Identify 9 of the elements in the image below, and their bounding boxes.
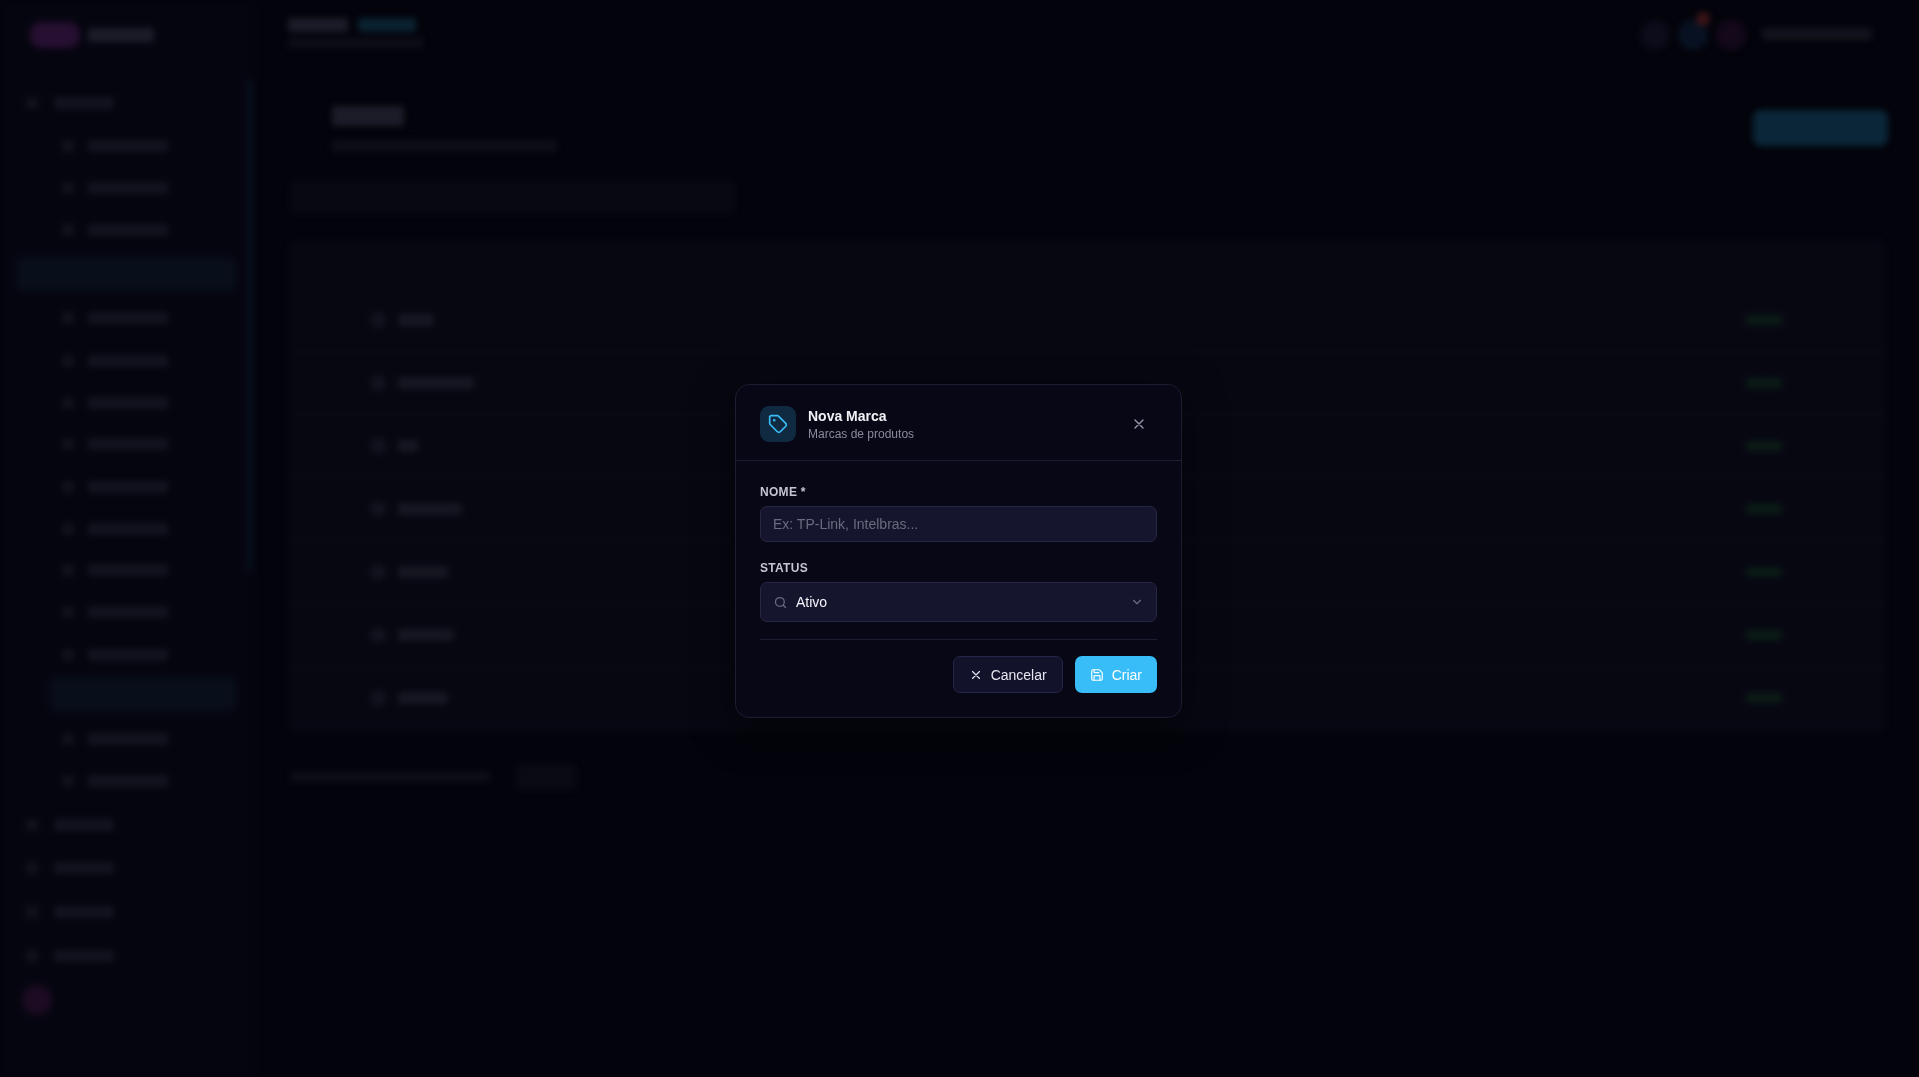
- dialog-subtitle: Marcas de produtos: [808, 426, 916, 441]
- input-field[interactable]: Ex: TP-Link, Intelbras...: [760, 506, 1157, 542]
- cancel-button[interactable]: Cancelar: [952, 656, 1063, 693]
- field-label: NOME *: [760, 485, 806, 499]
- select-field[interactable]: Ativo: [760, 582, 1157, 622]
- field-label: STATUS: [760, 561, 809, 575]
- save-icon: [1089, 667, 1104, 682]
- search-icon: [773, 594, 788, 610]
- dialog-title: Nova Marca: [808, 407, 888, 424]
